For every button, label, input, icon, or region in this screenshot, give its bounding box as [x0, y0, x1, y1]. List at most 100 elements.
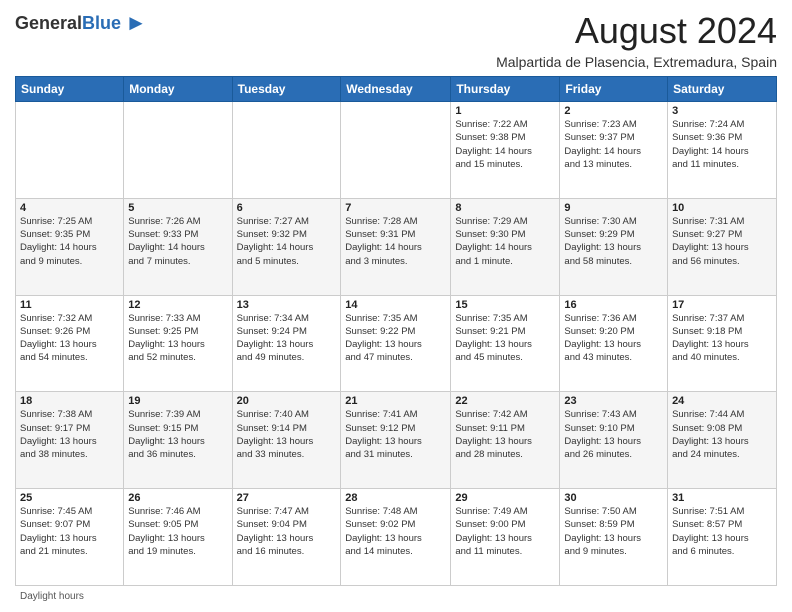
- day-info: Sunrise: 7:34 AM Sunset: 9:24 PM Dayligh…: [237, 312, 337, 365]
- day-info: Sunrise: 7:24 AM Sunset: 9:36 PM Dayligh…: [672, 118, 772, 171]
- day-info: Sunrise: 7:32 AM Sunset: 9:26 PM Dayligh…: [20, 312, 119, 365]
- table-row: 21Sunrise: 7:41 AM Sunset: 9:12 PM Dayli…: [341, 392, 451, 489]
- calendar-week-row: 18Sunrise: 7:38 AM Sunset: 9:17 PM Dayli…: [16, 392, 777, 489]
- table-row: [341, 102, 451, 199]
- table-row: 6Sunrise: 7:27 AM Sunset: 9:32 PM Daylig…: [232, 198, 341, 295]
- table-row: [232, 102, 341, 199]
- day-info: Sunrise: 7:43 AM Sunset: 9:10 PM Dayligh…: [564, 408, 663, 461]
- logo-blue: Blue: [82, 13, 121, 33]
- table-row: 13Sunrise: 7:34 AM Sunset: 9:24 PM Dayli…: [232, 295, 341, 392]
- day-info: Sunrise: 7:46 AM Sunset: 9:05 PM Dayligh…: [128, 505, 227, 558]
- day-number: 31: [672, 492, 772, 504]
- col-friday: Friday: [560, 77, 668, 102]
- table-row: 30Sunrise: 7:50 AM Sunset: 8:59 PM Dayli…: [560, 489, 668, 586]
- day-number: 17: [672, 299, 772, 311]
- col-wednesday: Wednesday: [341, 77, 451, 102]
- day-info: Sunrise: 7:47 AM Sunset: 9:04 PM Dayligh…: [237, 505, 337, 558]
- day-info: Sunrise: 7:33 AM Sunset: 9:25 PM Dayligh…: [128, 312, 227, 365]
- table-row: 3Sunrise: 7:24 AM Sunset: 9:36 PM Daylig…: [668, 102, 777, 199]
- table-row: 29Sunrise: 7:49 AM Sunset: 9:00 PM Dayli…: [451, 489, 560, 586]
- col-thursday: Thursday: [451, 77, 560, 102]
- table-row: 7Sunrise: 7:28 AM Sunset: 9:31 PM Daylig…: [341, 198, 451, 295]
- day-number: 2: [564, 105, 663, 117]
- calendar-week-row: 11Sunrise: 7:32 AM Sunset: 9:26 PM Dayli…: [16, 295, 777, 392]
- table-row: 22Sunrise: 7:42 AM Sunset: 9:11 PM Dayli…: [451, 392, 560, 489]
- table-row: 16Sunrise: 7:36 AM Sunset: 9:20 PM Dayli…: [560, 295, 668, 392]
- day-number: 9: [564, 202, 663, 214]
- calendar-header-row: Sunday Monday Tuesday Wednesday Thursday…: [16, 77, 777, 102]
- day-info: Sunrise: 7:35 AM Sunset: 9:21 PM Dayligh…: [455, 312, 555, 365]
- footer: Daylight hours: [15, 591, 777, 602]
- logo-bird-icon: ►: [125, 10, 147, 36]
- page: GeneralBlue ► August 2024 Malpartida de …: [0, 0, 792, 612]
- day-number: 4: [20, 202, 119, 214]
- table-row: 4Sunrise: 7:25 AM Sunset: 9:35 PM Daylig…: [16, 198, 124, 295]
- day-info: Sunrise: 7:26 AM Sunset: 9:33 PM Dayligh…: [128, 215, 227, 268]
- day-info: Sunrise: 7:29 AM Sunset: 9:30 PM Dayligh…: [455, 215, 555, 268]
- calendar-week-row: 25Sunrise: 7:45 AM Sunset: 9:07 PM Dayli…: [16, 489, 777, 586]
- day-info: Sunrise: 7:36 AM Sunset: 9:20 PM Dayligh…: [564, 312, 663, 365]
- table-row: 19Sunrise: 7:39 AM Sunset: 9:15 PM Dayli…: [124, 392, 232, 489]
- table-row: [16, 102, 124, 199]
- day-number: 16: [564, 299, 663, 311]
- calendar-week-row: 4Sunrise: 7:25 AM Sunset: 9:35 PM Daylig…: [16, 198, 777, 295]
- table-row: 15Sunrise: 7:35 AM Sunset: 9:21 PM Dayli…: [451, 295, 560, 392]
- day-number: 25: [20, 492, 119, 504]
- col-monday: Monday: [124, 77, 232, 102]
- table-row: 14Sunrise: 7:35 AM Sunset: 9:22 PM Dayli…: [341, 295, 451, 392]
- table-row: 18Sunrise: 7:38 AM Sunset: 9:17 PM Dayli…: [16, 392, 124, 489]
- day-number: 29: [455, 492, 555, 504]
- table-row: 9Sunrise: 7:30 AM Sunset: 9:29 PM Daylig…: [560, 198, 668, 295]
- month-title: August 2024: [496, 10, 777, 52]
- table-row: 5Sunrise: 7:26 AM Sunset: 9:33 PM Daylig…: [124, 198, 232, 295]
- subtitle: Malpartida de Plasencia, Extremadura, Sp…: [496, 54, 777, 70]
- day-number: 20: [237, 395, 337, 407]
- day-info: Sunrise: 7:38 AM Sunset: 9:17 PM Dayligh…: [20, 408, 119, 461]
- day-info: Sunrise: 7:31 AM Sunset: 9:27 PM Dayligh…: [672, 215, 772, 268]
- table-row: 1Sunrise: 7:22 AM Sunset: 9:38 PM Daylig…: [451, 102, 560, 199]
- table-row: 17Sunrise: 7:37 AM Sunset: 9:18 PM Dayli…: [668, 295, 777, 392]
- day-info: Sunrise: 7:27 AM Sunset: 9:32 PM Dayligh…: [237, 215, 337, 268]
- day-number: 22: [455, 395, 555, 407]
- day-info: Sunrise: 7:48 AM Sunset: 9:02 PM Dayligh…: [345, 505, 446, 558]
- table-row: 23Sunrise: 7:43 AM Sunset: 9:10 PM Dayli…: [560, 392, 668, 489]
- table-row: 11Sunrise: 7:32 AM Sunset: 9:26 PM Dayli…: [16, 295, 124, 392]
- table-row: 25Sunrise: 7:45 AM Sunset: 9:07 PM Dayli…: [16, 489, 124, 586]
- daylight-label: Daylight hours: [20, 591, 84, 602]
- logo: GeneralBlue ►: [15, 10, 147, 36]
- calendar-table: Sunday Monday Tuesday Wednesday Thursday…: [15, 76, 777, 586]
- day-number: 14: [345, 299, 446, 311]
- day-number: 10: [672, 202, 772, 214]
- day-info: Sunrise: 7:28 AM Sunset: 9:31 PM Dayligh…: [345, 215, 446, 268]
- day-number: 11: [20, 299, 119, 311]
- day-number: 24: [672, 395, 772, 407]
- day-number: 6: [237, 202, 337, 214]
- day-number: 21: [345, 395, 446, 407]
- day-info: Sunrise: 7:50 AM Sunset: 8:59 PM Dayligh…: [564, 505, 663, 558]
- day-info: Sunrise: 7:30 AM Sunset: 9:29 PM Dayligh…: [564, 215, 663, 268]
- table-row: 26Sunrise: 7:46 AM Sunset: 9:05 PM Dayli…: [124, 489, 232, 586]
- table-row: 10Sunrise: 7:31 AM Sunset: 9:27 PM Dayli…: [668, 198, 777, 295]
- table-row: [124, 102, 232, 199]
- day-number: 30: [564, 492, 663, 504]
- day-info: Sunrise: 7:37 AM Sunset: 9:18 PM Dayligh…: [672, 312, 772, 365]
- day-info: Sunrise: 7:51 AM Sunset: 8:57 PM Dayligh…: [672, 505, 772, 558]
- day-info: Sunrise: 7:44 AM Sunset: 9:08 PM Dayligh…: [672, 408, 772, 461]
- table-row: 2Sunrise: 7:23 AM Sunset: 9:37 PM Daylig…: [560, 102, 668, 199]
- table-row: 20Sunrise: 7:40 AM Sunset: 9:14 PM Dayli…: [232, 392, 341, 489]
- day-number: 8: [455, 202, 555, 214]
- table-row: 31Sunrise: 7:51 AM Sunset: 8:57 PM Dayli…: [668, 489, 777, 586]
- day-number: 3: [672, 105, 772, 117]
- day-info: Sunrise: 7:40 AM Sunset: 9:14 PM Dayligh…: [237, 408, 337, 461]
- day-info: Sunrise: 7:39 AM Sunset: 9:15 PM Dayligh…: [128, 408, 227, 461]
- day-info: Sunrise: 7:25 AM Sunset: 9:35 PM Dayligh…: [20, 215, 119, 268]
- day-number: 1: [455, 105, 555, 117]
- day-number: 15: [455, 299, 555, 311]
- day-info: Sunrise: 7:23 AM Sunset: 9:37 PM Dayligh…: [564, 118, 663, 171]
- day-number: 12: [128, 299, 227, 311]
- table-row: 8Sunrise: 7:29 AM Sunset: 9:30 PM Daylig…: [451, 198, 560, 295]
- header: GeneralBlue ► August 2024 Malpartida de …: [15, 10, 777, 70]
- col-tuesday: Tuesday: [232, 77, 341, 102]
- day-number: 7: [345, 202, 446, 214]
- col-sunday: Sunday: [16, 77, 124, 102]
